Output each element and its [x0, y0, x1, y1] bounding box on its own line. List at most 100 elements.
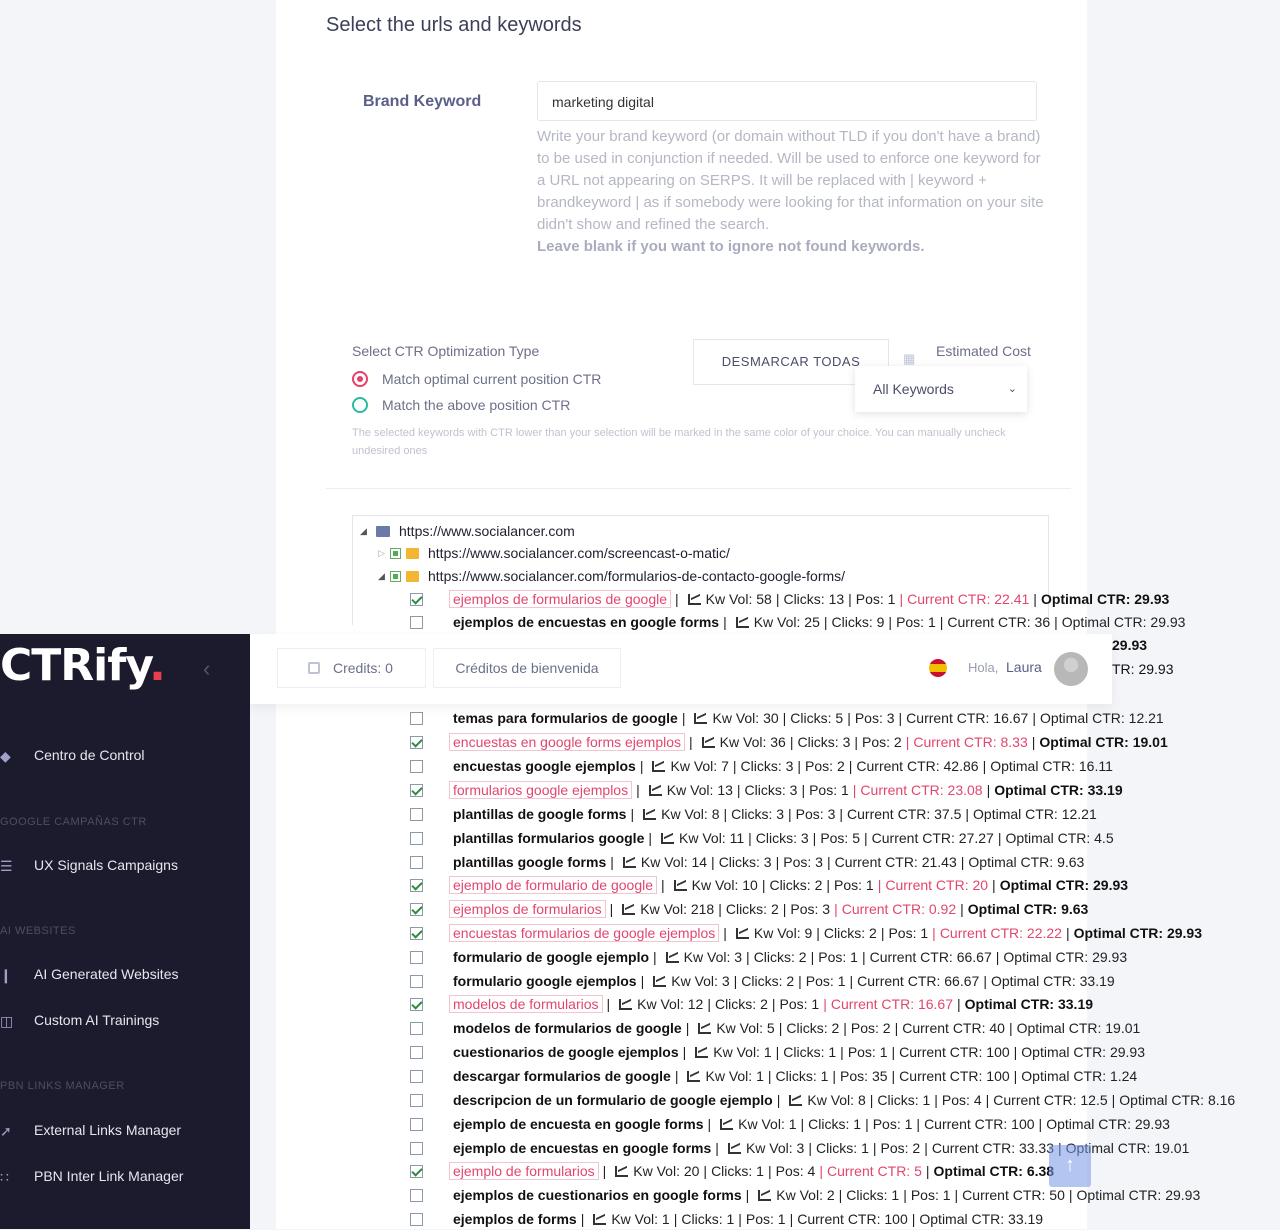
keyword-row[interactable]: plantillas formularios google | Kw Vol: 11…: [410, 827, 1114, 849]
keyword-row[interactable]: formularios google ejemplos | Kw Vol: 13 | C…: [410, 779, 1123, 801]
tree-checkbox[interactable]: [390, 547, 401, 559]
keyword-row[interactable]: ejemplo de formularios | Kw Vol: 20 | Clicks…: [410, 1160, 1054, 1182]
keyword-checkbox[interactable]: [410, 1164, 423, 1178]
keyword-checkbox[interactable]: [410, 735, 423, 749]
expand-right-icon[interactable]: ▷: [378, 548, 390, 559]
keyword-checkbox[interactable]: [410, 615, 423, 629]
sidebar-item-ai-generated[interactable]: ❙ AI Generated Websites: [0, 966, 179, 983]
keyword-row[interactable]: plantillas de google forms | Kw Vol: 8 | Cli…: [410, 803, 1097, 825]
sidebar-item-ux[interactable]: ☰ UX Signals Campaigns: [0, 857, 178, 874]
keyword-optimal-ctr: Optimal CTR: 19.01: [1016, 1020, 1141, 1036]
keyword-position: Pos: 3: [790, 901, 831, 917]
keyword-volume: Kw Vol: 8: [807, 1092, 866, 1108]
keyword-name: plantillas google forms: [453, 854, 607, 870]
chart-icon: [593, 1213, 607, 1225]
keyword-checkbox[interactable]: [410, 1117, 423, 1131]
keyword-checkbox[interactable]: [410, 1212, 423, 1226]
brand-keyword-label: Brand Keyword: [363, 93, 482, 110]
keyword-checkbox[interactable]: [410, 1069, 423, 1083]
keyword-checkbox[interactable]: [410, 783, 423, 797]
keyword-row[interactable]: ejemplos de encuestas en google forms | Kw…: [410, 611, 1185, 633]
keyword-checkbox[interactable]: [410, 1141, 423, 1155]
keyword-row[interactable]: ejemplos de forms | Kw Vol: 1 | Clicks: 1 | Po…: [410, 1208, 1043, 1230]
radio-selected-icon[interactable]: [352, 371, 368, 387]
keyword-volume: Kw Vol: 36: [719, 734, 786, 750]
keyword-checkbox[interactable]: [410, 592, 423, 606]
keyword-checkbox[interactable]: [410, 878, 423, 892]
keyword-optimal-ctr: Optimal CTR: 29.93: [1061, 614, 1186, 630]
separator: |: [839, 806, 844, 822]
keyword-checkbox[interactable]: [410, 1188, 423, 1202]
keyword-row[interactable]: ejemplos de cuestionarios en google form…: [410, 1184, 1200, 1206]
radio-optimal-ctr[interactable]: Match optimal current position CTR: [352, 368, 601, 390]
keyword-checkbox[interactable]: [410, 711, 423, 725]
keyword-checkbox[interactable]: [410, 807, 423, 821]
avatar[interactable]: [1054, 652, 1088, 686]
keyword-checkbox[interactable]: [410, 974, 423, 988]
keyword-row[interactable]: descargar formularios de google | Kw Vol: …: [410, 1065, 1137, 1087]
keyword-checkbox[interactable]: [410, 831, 423, 845]
separator: |: [602, 1163, 607, 1179]
sidebar-item-custom-ai[interactable]: ◫ Custom AI Trainings: [0, 1012, 159, 1029]
radio-unselected-icon[interactable]: [352, 397, 368, 413]
welcome-credits-button[interactable]: Créditos de bienvenida: [433, 648, 621, 688]
tree-root[interactable]: ◢ https://www.socialancer.com: [360, 521, 575, 541]
brand-keyword-input[interactable]: marketing digital: [537, 81, 1037, 121]
keyword-position: Pos: 1: [896, 614, 936, 630]
expand-down-icon[interactable]: ◢: [378, 571, 390, 582]
keyword-clicks: Clicks: 3: [755, 830, 809, 846]
keyword-checkbox[interactable]: [410, 1045, 423, 1059]
keyword-row[interactable]: encuestas formularios de google ejemplos…: [410, 922, 1202, 944]
keyword-checkbox[interactable]: [410, 1021, 423, 1035]
keyword-checkbox[interactable]: [410, 950, 423, 964]
separator: |: [932, 925, 936, 941]
logo[interactable]: CTRify.: [0, 640, 166, 691]
collapse-sidebar-icon[interactable]: ‹: [203, 656, 210, 682]
keyword-checkbox[interactable]: [410, 759, 423, 773]
keyword-row[interactable]: encuestas en google forms ejemplos | Kw Vo…: [410, 731, 1168, 753]
keyword-checkbox[interactable]: [410, 1093, 423, 1107]
chart-icon: [615, 1165, 629, 1177]
keyword-row[interactable]: descripcion de un formulario de google e…: [410, 1089, 1235, 1111]
user-name[interactable]: Laura: [1006, 659, 1042, 675]
keyword-row[interactable]: formulario de google ejemplo | Kw Vol: 3 | C…: [410, 946, 1127, 968]
tree-node-formularios[interactable]: ◢ https://www.socialancer.com/formulario…: [378, 566, 845, 586]
keyword-row[interactable]: formulario google ejemplos | Kw Vol: 3 | Cli…: [410, 970, 1115, 992]
keyword-row[interactable]: plantillas google forms | Kw Vol: 14 | Click…: [410, 851, 1084, 873]
separator: |: [703, 1163, 708, 1179]
chart-icon: [665, 951, 679, 963]
keyword-row[interactable]: ejemplos de formularios de google | Kw Vol…: [410, 588, 1169, 610]
keyword-checkbox[interactable]: [410, 902, 423, 916]
sidebar-item-pbn-inter[interactable]: ∷ PBN Inter Link Manager: [0, 1168, 183, 1185]
keyword-row[interactable]: ejemplo de formulario de google | Kw Vol: …: [410, 874, 1128, 896]
keyword-checkbox[interactable]: [410, 855, 423, 869]
logo-dot: .: [149, 640, 166, 691]
keyword-current-ctr: Current CTR: 23.08: [860, 782, 983, 798]
keyword-row[interactable]: modelos de formularios | Kw Vol: 12 | Clicks…: [410, 993, 1093, 1015]
keyword-row[interactable]: cuestionarios de google ejemplos | Kw Vol:…: [410, 1041, 1145, 1063]
keyword-row[interactable]: temas para formularios de google | Kw Vol:…: [410, 707, 1164, 729]
keyword-checkbox[interactable]: [410, 997, 423, 1011]
keyword-checkbox[interactable]: [410, 926, 423, 940]
tree-checkbox[interactable]: [390, 570, 401, 582]
spain-flag-icon[interactable]: [929, 659, 947, 677]
coins-icon: ▦: [903, 351, 916, 366]
radio-above-ctr[interactable]: Match the above position CTR: [352, 394, 570, 416]
keyword-row[interactable]: ejemplos de formularios | Kw Vol: 218 | Clic…: [410, 898, 1088, 920]
keyword-clicks: Clicks: 2: [823, 925, 877, 941]
keyword-filter-select[interactable]: All Keywords ⌄: [855, 366, 1027, 412]
keyword-position: Pos: 2: [805, 758, 845, 774]
expand-down-icon[interactable]: ◢: [360, 526, 372, 537]
sidebar-item-centro[interactable]: ◆ Centro de Control: [0, 747, 145, 764]
keyword-row[interactable]: encuestas google ejemplos | Kw Vol: 7 | Clic…: [410, 755, 1113, 777]
keyword-row[interactable]: ejemplo de encuesta en google forms | Kw V…: [410, 1113, 1170, 1135]
keyword-current-ctr: Current CTR: 16.67: [830, 996, 954, 1012]
tree-node-screencast[interactable]: ▷ https://www.socialancer.com/screencast…: [378, 543, 730, 563]
keyword-volume: Kw Vol: 3: [683, 949, 743, 965]
sidebar-label: AI Generated Websites: [34, 966, 179, 982]
scroll-to-top-button[interactable]: ↑: [1049, 1145, 1091, 1187]
credits-badge[interactable]: Credits: 0: [277, 648, 426, 688]
separator: |: [609, 901, 614, 917]
keyword-row[interactable]: modelos de formularios de google | Kw Vol:…: [410, 1017, 1140, 1039]
sidebar-item-external-links[interactable]: ➚ External Links Manager: [0, 1122, 181, 1139]
